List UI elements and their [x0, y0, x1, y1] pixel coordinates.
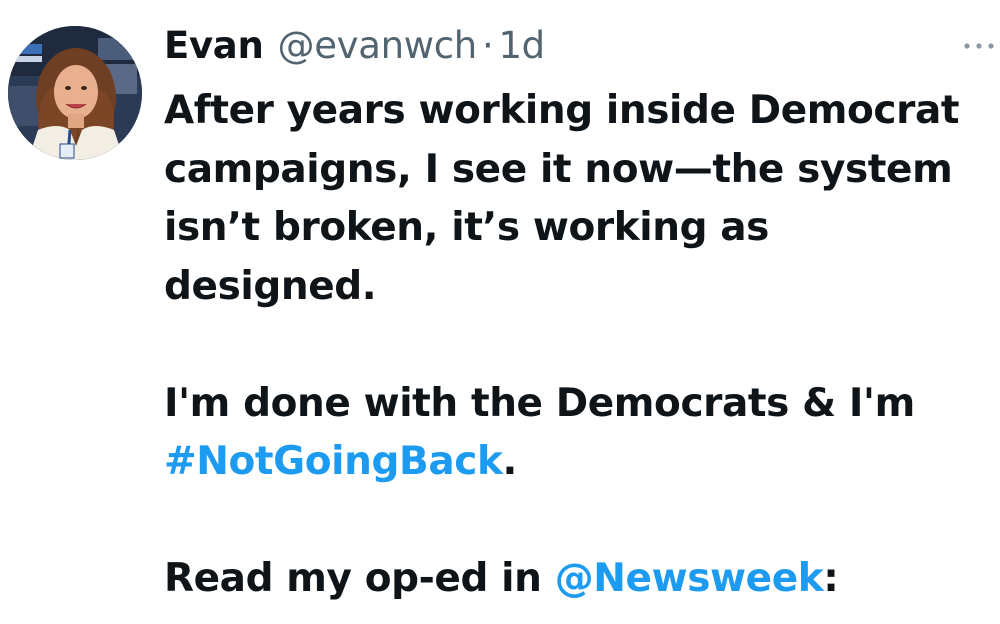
mention-link[interactable]: @Newsweek [555, 556, 824, 601]
header-separator: · [481, 24, 494, 67]
hashtag-trailing-punctuation: . [502, 439, 518, 484]
tweet-text-line: campaigns, I see it now—the system [164, 146, 953, 192]
tweet-timestamp[interactable]: 1d [498, 22, 545, 70]
avatar[interactable] [8, 26, 142, 160]
author-handle[interactable]: @evanwch [278, 22, 478, 70]
tweet-text-line: designed. [164, 263, 377, 309]
hashtag-link[interactable]: #NotGoingBack [164, 439, 503, 484]
more-horizontal-icon [962, 42, 996, 50]
tweet-text: After years working inside Democrat camp… [164, 82, 994, 609]
tweet-text-line: After years working inside Democrat [164, 88, 960, 133]
tweet-text-line: Read my op-ed in @Newsweek: [164, 550, 994, 609]
reply-thread-line-fragment [115, 0, 125, 4]
author-display-name[interactable]: Evan [164, 22, 264, 70]
mention-trailing-punctuation: : [823, 556, 839, 601]
tweet-text-line: isn’t broken, it’s working as [164, 205, 769, 250]
tweet-header: Evan @evanwch · 1d [164, 22, 545, 70]
tweet-text-line: I'm done with the Democrats & I'm [164, 380, 915, 426]
more-options-button[interactable] [960, 32, 998, 60]
read-oped-text: Read my op-ed in [164, 556, 555, 601]
tweet-text-line: #NotGoingBack. [164, 433, 994, 492]
